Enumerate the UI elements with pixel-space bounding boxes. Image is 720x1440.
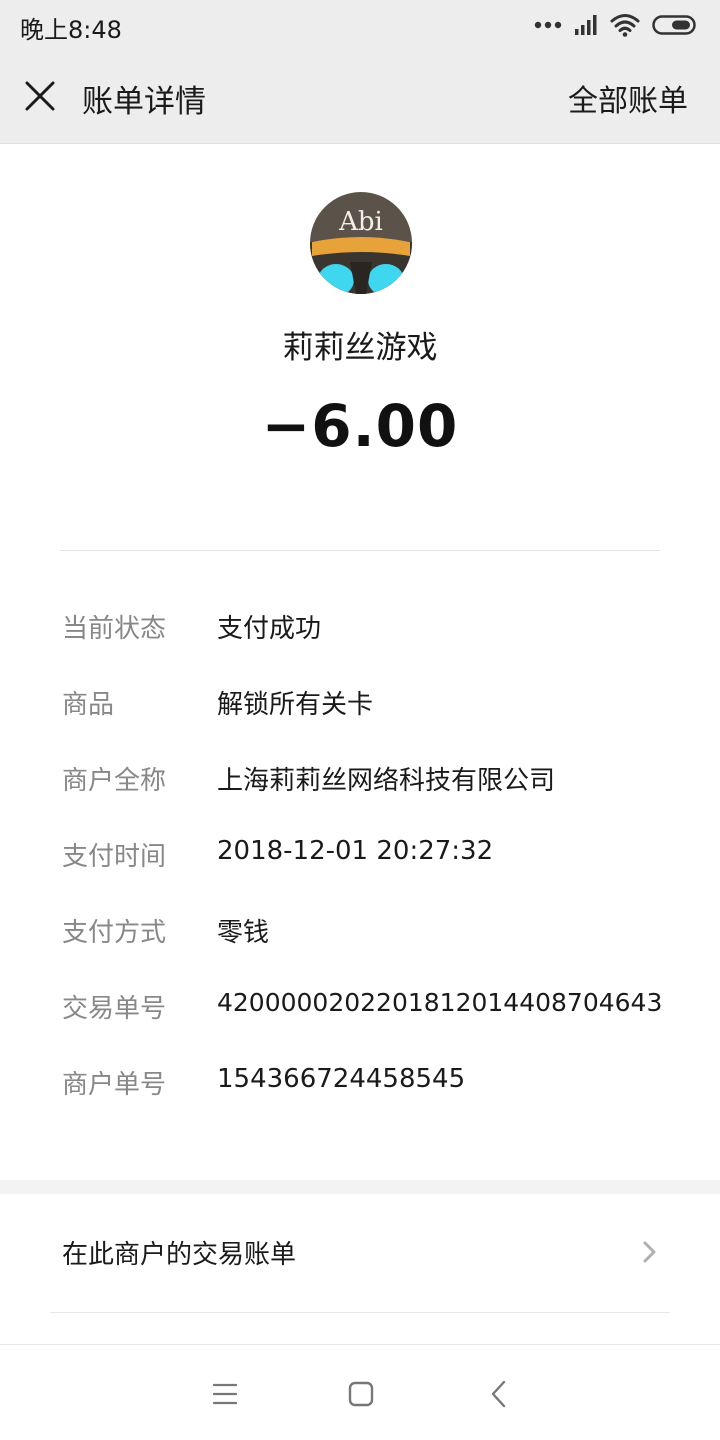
svg-text:Abi: Abi [338,207,383,237]
section-separator [0,1180,720,1194]
detail-label: 当前状态 [62,614,167,644]
system-nav-bar [0,1344,720,1440]
merchant-bills-label: 在此商户的交易账单 [62,1240,297,1270]
all-bills-button[interactable]: 全部账单 [568,76,688,120]
detail-row-transaction-no: 交易单号 4200000202201812014408704643 [0,988,720,1028]
detail-label: 支付时间 [62,842,167,872]
detail-value: 上海莉莉丝网络科技有限公司 [217,766,556,796]
merchant-avatar: Abi [310,192,412,294]
detail-row-merchant-order-no: 商户单号 154366724458545 [0,1064,720,1104]
amount: −6.00 [261,392,459,460]
detail-value[interactable]: 4200000202201812014408704643 [217,988,662,1017]
merchant-name: 莉莉丝游戏 [282,330,438,366]
close-button[interactable] [18,74,62,118]
detail-label: 商品 [62,690,115,720]
close-icon [25,81,55,111]
detail-value[interactable]: 154366724458545 [217,1064,465,1094]
page-title: 账单详情 [82,84,206,120]
detail-label: 商户单号 [62,1070,167,1100]
home-button[interactable] [346,1379,376,1409]
menu-icon [212,1383,238,1405]
divider [60,550,660,551]
battery-icon [652,15,696,35]
menu-button[interactable] [210,1379,240,1409]
back-icon [491,1380,506,1408]
status-time: 晚上8:48 [20,16,122,44]
home-icon [348,1381,374,1407]
detail-value: 解锁所有关卡 [217,690,374,720]
more-dots-icon [534,21,562,29]
merchant-logo-icon: Abi [310,192,412,294]
detail-value: 2018-12-01 20:27:32 [217,836,494,866]
detail-label: 支付方式 [62,918,167,948]
detail-row-product: 商品 解锁所有关卡 [0,684,720,724]
detail-row-status: 当前状态 支付成功 [0,608,720,648]
detail-value: 零钱 [217,918,270,948]
signal-icon [575,15,597,35]
merchant-bills-link[interactable]: 在此商户的交易账单 [0,1194,720,1312]
detail-row-pay-time: 支付时间 2018-12-01 20:27:32 [0,836,720,876]
detail-label: 交易单号 [62,994,167,1024]
wifi-icon [610,14,640,37]
nav-bar: 账单详情 全部账单 [0,50,720,144]
detail-label: 商户全称 [62,766,167,796]
divider [50,1312,670,1313]
status-bar: 晚上8:48 [0,0,720,50]
status-icons [534,12,698,38]
chevron-right-icon [643,1241,656,1263]
detail-value: 支付成功 [217,614,322,644]
back-button[interactable] [484,1379,514,1409]
detail-row-pay-method: 支付方式 零钱 [0,912,720,952]
detail-row-merchant-fullname: 商户全称 上海莉莉丝网络科技有限公司 [0,760,720,800]
